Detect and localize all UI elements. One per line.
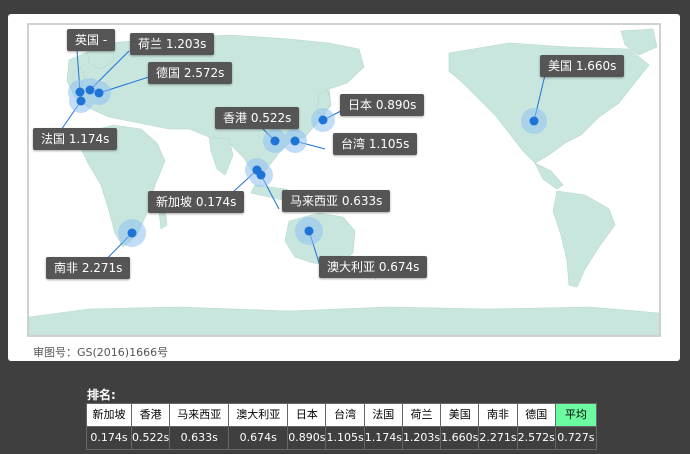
ranking-col-usa: 美国 [440,403,480,427]
marker-germany [94,88,104,98]
ranking-col-hongkong: 香港 [130,403,171,427]
ranking-val-singapore: 0.174s [86,426,132,450]
marker-netherlands [85,85,95,95]
marker-taiwan [290,136,300,146]
callout-japan: 日本 0.890s [340,94,425,116]
callout-germany: 德国 2.572s [148,62,233,84]
marker-japan [318,115,328,125]
antarctica-shape [29,306,659,335]
marker-usa [529,116,539,126]
ranking-col-germany: 德国 [516,403,556,427]
marker-hongkong [270,136,280,146]
callout-france: 法国 1.174s [33,128,118,150]
marker-australia [304,226,314,236]
ranking-val-japan: 0.890s [287,426,327,450]
callout-australia: 澳大利亚 0.674s [319,256,428,278]
marker-france [76,96,86,106]
ranking-val-average: 0.727s [554,426,597,450]
marker-malaysia [256,170,266,180]
ranking-val-malaysia: 0.633s [169,426,230,450]
ranking-col-average: 平均 [554,403,597,427]
ranking-col-malaysia: 马来西亚 [169,403,230,427]
ranking-col-australia: 澳大利亚 [228,403,289,427]
ranking-title: 排名: [87,388,116,402]
ranking-col-netherlands: 荷兰 [401,403,442,427]
callout-netherlands: 荷兰 1.203s [130,33,215,55]
ranking-val-taiwan: 1.105s [325,426,365,450]
ranking-header-row: 新加坡 香港 马来西亚 澳大利亚 日本 台湾 法国 荷兰 美国 南非 德国 平均 [86,403,597,427]
ranking-val-france: 1.174s [363,426,403,450]
ranking-col-taiwan: 台湾 [325,403,365,427]
ranking-col-singapore: 新加坡 [86,403,132,427]
callout-malaysia: 马来西亚 0.633s [282,190,391,212]
ranking-col-france: 法国 [363,403,403,427]
callout-uk: 英国 - [67,29,116,51]
callout-hongkong: 香港 0.522s [215,107,300,129]
ranking-val-netherlands: 1.203s [401,426,442,450]
central-america-shape [534,162,564,190]
marker-southafrica [127,228,137,238]
south-america-shape [552,190,616,288]
marker-uk [75,87,85,97]
ranking-col-southafrica: 南非 [478,403,518,427]
ranking-val-germany: 2.572s [516,426,556,450]
ranking-table: 新加坡 香港 马来西亚 澳大利亚 日本 台湾 法国 荷兰 美国 南非 德国 平均… [86,403,597,450]
callout-southafrica: 南非 2.271s [46,257,131,279]
callout-taiwan: 台湾 1.105s [333,133,418,155]
map-approval-number: 审图号：GS(2016)1666号 [33,346,169,359]
callout-singapore: 新加坡 0.174s [148,191,245,213]
callout-usa: 美国 1.660s [540,55,625,77]
ranking-val-hongkong: 0.522s [130,426,171,450]
ranking-val-usa: 1.660s [440,426,480,450]
ranking-val-australia: 0.674s [228,426,289,450]
ranking-col-japan: 日本 [287,403,327,427]
india-shape [208,136,234,176]
ranking-val-southafrica: 2.271s [478,426,518,450]
ranking-values-row: 0.174s 0.522s 0.633s 0.674s 0.890s 1.105… [86,426,597,450]
